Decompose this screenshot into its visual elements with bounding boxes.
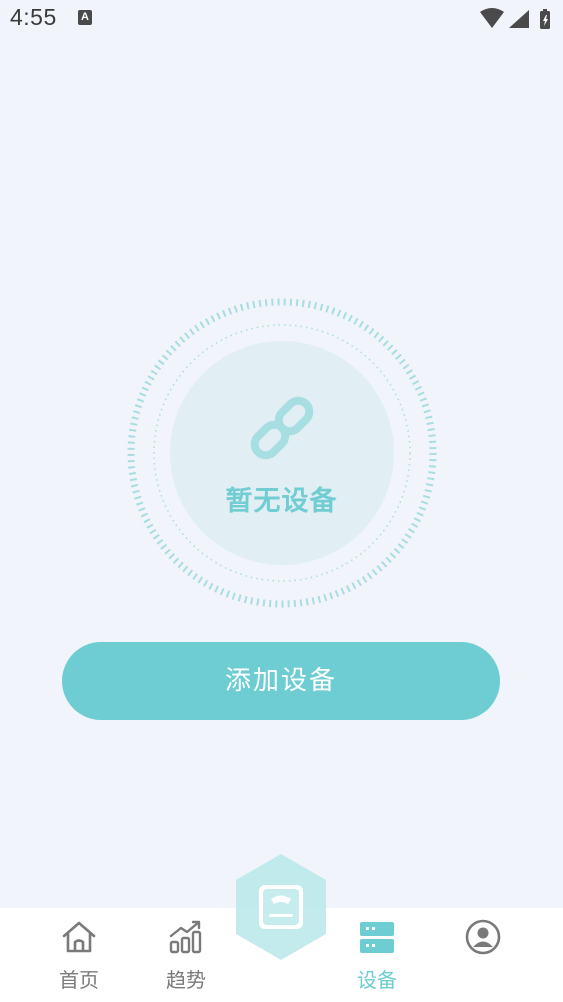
inner-disc	[170, 341, 394, 565]
signal-icon	[509, 10, 529, 28]
home-icon	[60, 918, 98, 960]
battery-icon	[540, 9, 550, 29]
add-device-button[interactable]: 添加设备	[62, 642, 500, 720]
a-badge-icon: A	[78, 10, 92, 25]
tab-home-label: 首页	[59, 968, 99, 992]
device-icon	[358, 918, 396, 960]
trend-chart-icon	[167, 918, 205, 960]
scale-hex-button[interactable]	[233, 852, 329, 962]
status-bar: 4:55 A	[0, 0, 563, 40]
empty-state-text: 暂无设备	[225, 486, 338, 517]
tab-trend[interactable]: 趋势	[141, 908, 231, 1002]
wifi-icon	[480, 8, 504, 28]
tab-trend-label: 趋势	[166, 968, 206, 992]
tab-home[interactable]: 首页	[34, 908, 124, 1002]
scale-icon	[259, 885, 303, 929]
status-time: 4:55	[10, 4, 57, 30]
tab-profile[interactable]	[438, 908, 528, 1002]
tab-device[interactable]: 设备	[332, 908, 422, 1002]
profile-icon	[464, 918, 502, 960]
tab-device-label: 设备	[357, 968, 397, 992]
status-icons	[478, 7, 553, 31]
empty-device-graphic	[124, 295, 440, 611]
